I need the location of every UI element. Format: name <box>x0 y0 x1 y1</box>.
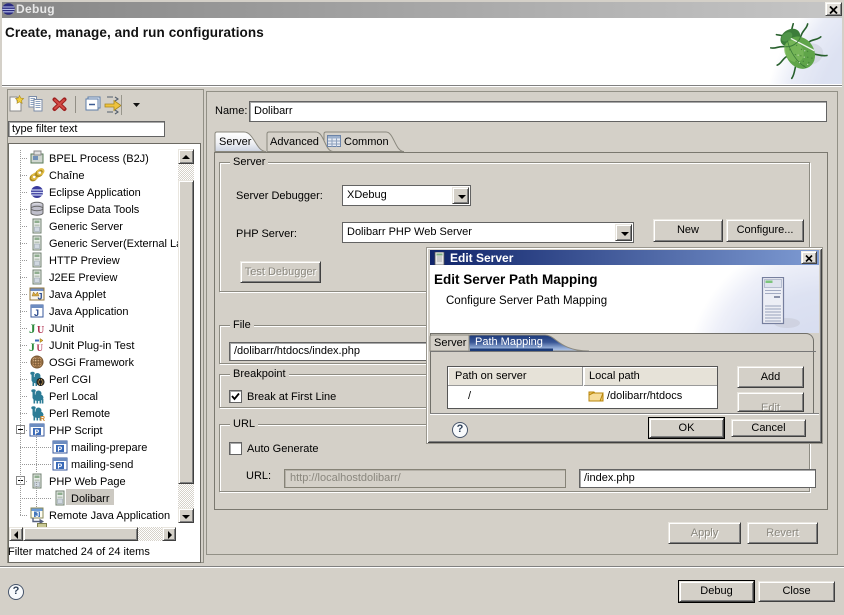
svg-text:P: P <box>58 447 63 454</box>
svg-text:J: J <box>29 340 35 353</box>
svg-text:J: J <box>35 512 39 519</box>
svg-text:J: J <box>29 321 36 336</box>
svg-text:U: U <box>37 343 44 353</box>
svg-text:P: P <box>58 464 63 471</box>
svg-text:U: U <box>37 325 44 336</box>
svg-text:J: J <box>38 292 43 302</box>
svg-text:J: J <box>34 308 39 318</box>
svg-text:R: R <box>40 416 45 421</box>
